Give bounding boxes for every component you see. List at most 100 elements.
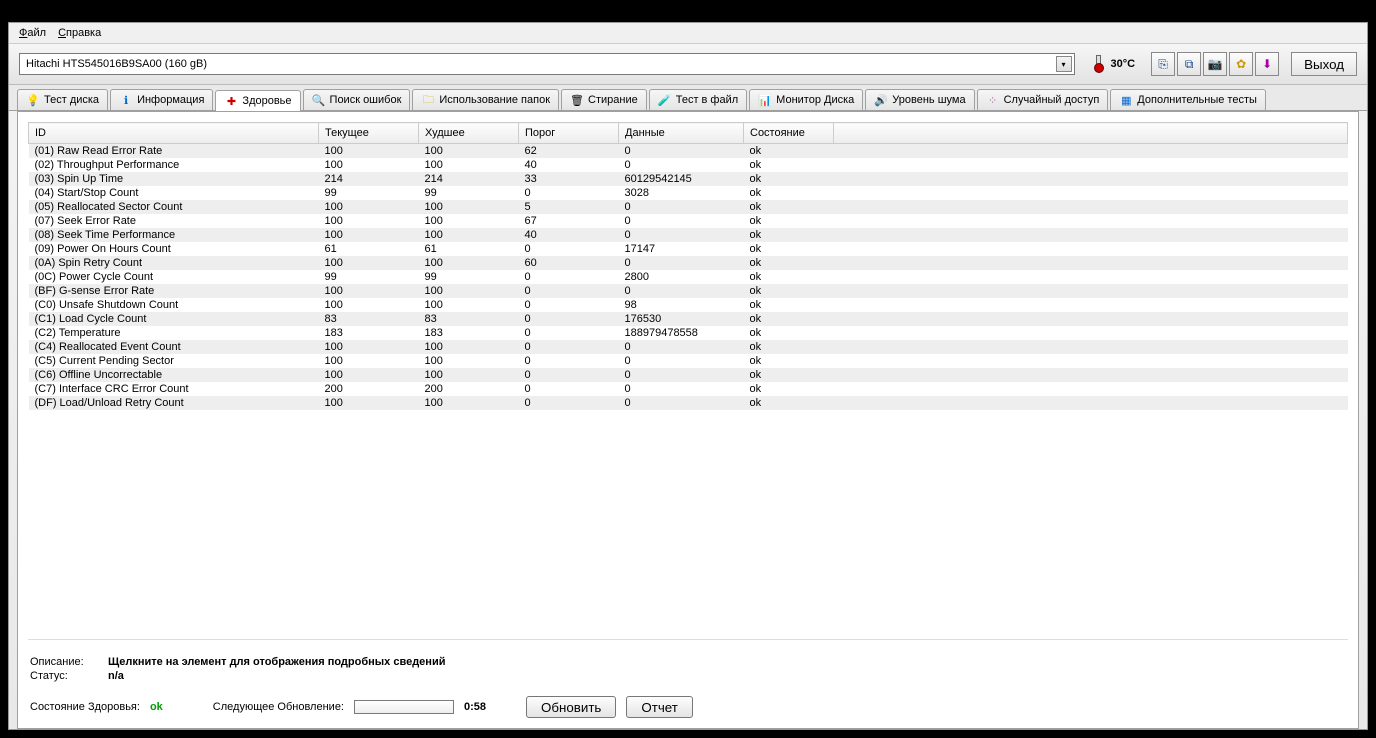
cell-st: ok — [744, 270, 834, 284]
content-panel: ID Текущее Худшее Порог Данные Состояние… — [17, 111, 1359, 729]
cell-th: 0 — [519, 242, 619, 256]
tab-random-access[interactable]: ⁘Случайный доступ — [977, 89, 1109, 110]
table-row[interactable]: (DF) Load/Unload Retry Count10010000ok — [29, 396, 1348, 410]
cell-st: ok — [744, 214, 834, 228]
cell-data: 17147 — [619, 242, 744, 256]
cell-st: ok — [744, 256, 834, 270]
drive-dropdown[interactable]: Hitachi HTS545016B9SA00 (160 gB) ▾ — [19, 53, 1075, 75]
cell-worst: 100 — [419, 228, 519, 242]
table-row[interactable]: (C6) Offline Uncorrectable10010000ok — [29, 368, 1348, 382]
menu-file[interactable]: Файл — [19, 27, 46, 39]
table-row[interactable]: (07) Seek Error Rate100100670ok — [29, 214, 1348, 228]
exit-button[interactable]: Выход — [1291, 52, 1357, 76]
cell-st: ok — [744, 144, 834, 159]
tab-health[interactable]: ✚Здоровье — [215, 90, 300, 111]
cell-data: 0 — [619, 158, 744, 172]
status-value: n/a — [108, 670, 124, 682]
toolbar: Hitachi HTS545016B9SA00 (160 gB) ▾ 30°C … — [9, 44, 1367, 85]
cell-data: 0 — [619, 396, 744, 410]
tab-folder-usage[interactable]: 🗀Использование папок — [412, 89, 559, 110]
tab-info[interactable]: ℹИнформация — [110, 89, 213, 110]
table-row[interactable]: (0A) Spin Retry Count100100600ok — [29, 256, 1348, 270]
screenshot-icon[interactable]: 📷 — [1203, 52, 1227, 76]
cell-worst: 100 — [419, 298, 519, 312]
cell-id: (DF) Load/Unload Retry Count — [29, 396, 319, 410]
smart-table-wrap[interactable]: ID Текущее Худшее Порог Данные Состояние… — [28, 122, 1348, 640]
table-row[interactable]: (02) Throughput Performance100100400ok — [29, 158, 1348, 172]
col-id[interactable]: ID — [29, 123, 319, 144]
tab-disk-test[interactable]: 💡Тест диска — [17, 89, 108, 110]
cell-cur: 61 — [319, 242, 419, 256]
cell-worst: 183 — [419, 326, 519, 340]
cell-id: (08) Seek Time Performance — [29, 228, 319, 242]
cell-worst: 100 — [419, 340, 519, 354]
menu-help[interactable]: Справка — [58, 27, 101, 39]
table-row[interactable]: (C1) Load Cycle Count83830176530ok — [29, 312, 1348, 326]
table-row[interactable]: (04) Start/Stop Count999903028ok — [29, 186, 1348, 200]
cell-cur: 100 — [319, 340, 419, 354]
tab-additional[interactable]: ▦Дополнительные тесты — [1110, 89, 1266, 110]
cell-data: 0 — [619, 382, 744, 396]
cell-cur: 100 — [319, 144, 419, 159]
table-row[interactable]: (0C) Power Cycle Count999902800ok — [29, 270, 1348, 284]
table-row[interactable]: (08) Seek Time Performance100100400ok — [29, 228, 1348, 242]
table-row[interactable]: (01) Raw Read Error Rate100100620ok — [29, 144, 1348, 159]
cell-id: (07) Seek Error Rate — [29, 214, 319, 228]
cell-worst: 100 — [419, 214, 519, 228]
cell-th: 40 — [519, 228, 619, 242]
cell-id: (C5) Current Pending Sector — [29, 354, 319, 368]
tab-scan-errors[interactable]: 🔍Поиск ошибок — [303, 89, 411, 110]
table-row[interactable]: (C5) Current Pending Sector10010000ok — [29, 354, 1348, 368]
col-data[interactable]: Данные — [619, 123, 744, 144]
cell-data: 0 — [619, 368, 744, 382]
cell-worst: 100 — [419, 144, 519, 159]
table-row[interactable]: (03) Spin Up Time2142143360129542145ok — [29, 172, 1348, 186]
tab-disk-monitor[interactable]: 📊Монитор Диска — [749, 89, 863, 110]
col-state[interactable]: Состояние — [744, 123, 834, 144]
table-row[interactable]: (C7) Interface CRC Error Count20020000ok — [29, 382, 1348, 396]
tab-noise[interactable]: 🔊Уровень шума — [865, 89, 974, 110]
col-current[interactable]: Текущее — [319, 123, 419, 144]
table-row[interactable]: (05) Reallocated Sector Count10010050ok — [29, 200, 1348, 214]
tab-file-test[interactable]: 🧪Тест в файл — [649, 89, 747, 110]
col-spacer — [834, 123, 1348, 144]
table-row[interactable]: (09) Power On Hours Count6161017147ok — [29, 242, 1348, 256]
cell-th: 0 — [519, 186, 619, 200]
temperature-value: 30°C — [1111, 58, 1136, 70]
cell-data: 98 — [619, 298, 744, 312]
copy-all-icon[interactable]: ⧉ — [1177, 52, 1201, 76]
col-threshold[interactable]: Порог — [519, 123, 619, 144]
cell-th: 0 — [519, 284, 619, 298]
tabs-row: 💡Тест диска ℹИнформация ✚Здоровье 🔍Поиск… — [9, 85, 1367, 111]
col-worst[interactable]: Худшее — [419, 123, 519, 144]
cell-cur: 99 — [319, 186, 419, 200]
cell-th: 62 — [519, 144, 619, 159]
download-icon[interactable]: ⬇ — [1255, 52, 1279, 76]
drive-name-text: Hitachi HTS545016B9SA00 (160 gB) — [26, 58, 207, 70]
table-row[interactable]: (C0) Unsafe Shutdown Count100100098ok — [29, 298, 1348, 312]
cell-worst: 100 — [419, 256, 519, 270]
cell-cur: 83 — [319, 312, 419, 326]
refresh-button[interactable]: Обновить — [526, 696, 616, 718]
cell-st: ok — [744, 396, 834, 410]
tab-erase[interactable]: 🗑Стирание — [561, 89, 647, 110]
table-row[interactable]: (BF) G-sense Error Rate10010000ok — [29, 284, 1348, 298]
cell-th: 60 — [519, 256, 619, 270]
report-button[interactable]: Отчет — [626, 696, 693, 718]
cell-id: (C0) Unsafe Shutdown Count — [29, 298, 319, 312]
cell-st: ok — [744, 354, 834, 368]
cell-data: 0 — [619, 228, 744, 242]
cell-th: 67 — [519, 214, 619, 228]
cell-worst: 83 — [419, 312, 519, 326]
cell-th: 0 — [519, 382, 619, 396]
cell-id: (C6) Offline Uncorrectable — [29, 368, 319, 382]
cell-cur: 100 — [319, 228, 419, 242]
cell-id: (0C) Power Cycle Count — [29, 270, 319, 284]
cell-id: (09) Power On Hours Count — [29, 242, 319, 256]
cell-id: (C4) Reallocated Event Count — [29, 340, 319, 354]
copy-icon[interactable]: ⎘ — [1151, 52, 1175, 76]
settings-icon[interactable]: ✿ — [1229, 52, 1253, 76]
table-row[interactable]: (C2) Temperature1831830188979478558ok — [29, 326, 1348, 340]
table-row[interactable]: (C4) Reallocated Event Count10010000ok — [29, 340, 1348, 354]
cell-id: (02) Throughput Performance — [29, 158, 319, 172]
